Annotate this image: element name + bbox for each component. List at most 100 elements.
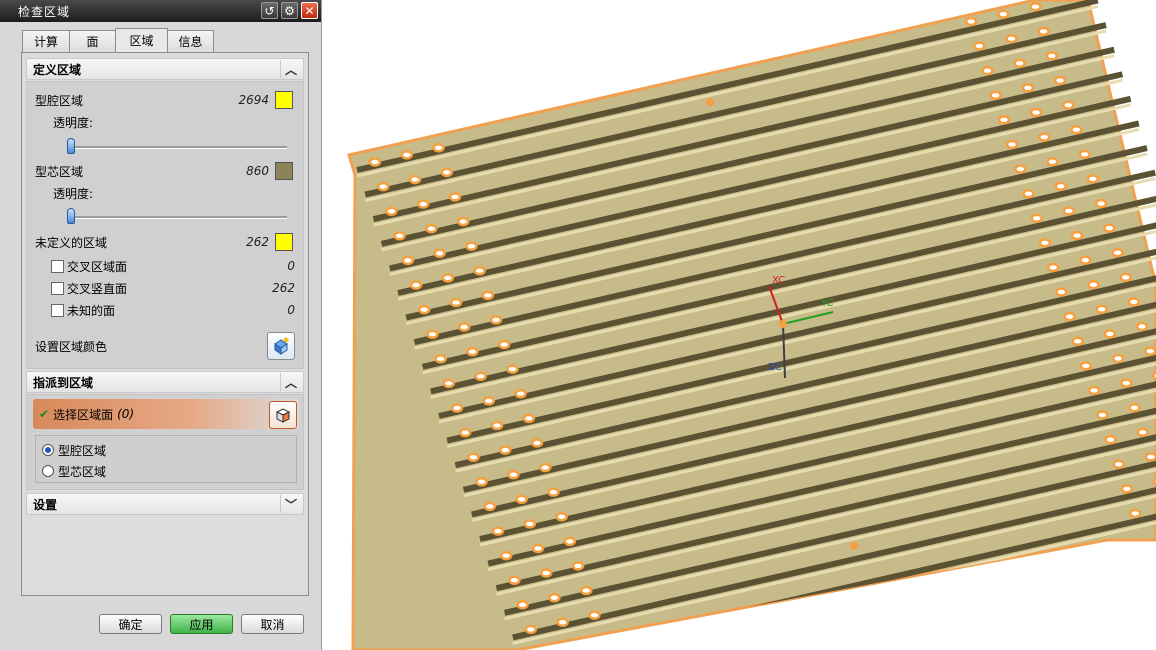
ejector-hole xyxy=(973,41,986,51)
ejector-hole xyxy=(409,280,423,290)
cavity-transparency-slider[interactable] xyxy=(67,138,287,154)
close-icon[interactable]: ✕ xyxy=(301,2,318,19)
radio-core-row[interactable]: 型芯区域 xyxy=(42,461,288,481)
ejector-hole xyxy=(441,273,455,283)
ejector-hole xyxy=(442,378,456,389)
ejector-hole xyxy=(522,413,536,424)
tab-regions[interactable]: 区域 xyxy=(115,28,168,52)
ejector-hole xyxy=(473,265,486,276)
ejector-hole xyxy=(547,487,560,497)
cross-region-faces-checkbox[interactable] xyxy=(51,259,64,273)
undefined-region-label: 未定义的区域 xyxy=(35,235,108,250)
ejector-hole xyxy=(1021,83,1035,93)
set-region-color-label: 设置区域颜色 xyxy=(35,339,108,354)
tab-bar: 计算 面 区域 信息 xyxy=(22,28,214,52)
collapse-icon[interactable]: ︿ xyxy=(280,60,301,78)
ejector-hole xyxy=(434,354,447,364)
ejector-hole xyxy=(1062,206,1076,216)
cross-vertical-faces-label: 交叉竖直面 xyxy=(67,281,128,296)
cross-region-faces-row[interactable]: 交叉区域面 0 xyxy=(51,256,295,276)
ejector-hole xyxy=(1111,247,1124,258)
face-select-button[interactable] xyxy=(269,401,297,429)
ejector-hole xyxy=(1071,336,1084,347)
ejector-hole xyxy=(393,231,406,241)
expand-icon[interactable]: ﹀ xyxy=(280,495,301,513)
cancel-button[interactable]: 取消 xyxy=(241,614,304,634)
slider-track xyxy=(67,216,287,219)
tab-calculate[interactable]: 计算 xyxy=(22,30,70,52)
ejector-hole xyxy=(1070,230,1084,241)
unknown-faces-row[interactable]: 未知的面 0 xyxy=(51,300,295,320)
settings-title: 设置 xyxy=(33,497,58,512)
cavity-region-count: 2694 xyxy=(238,93,269,107)
ejector-hole xyxy=(475,477,488,487)
slider-thumb[interactable] xyxy=(67,138,75,154)
collapse-icon[interactable]: ︿ xyxy=(280,373,301,391)
radio-cavity-row[interactable]: 型腔区域 xyxy=(42,440,288,460)
ejector-hole xyxy=(1087,279,1100,290)
unknown-faces-checkbox[interactable] xyxy=(51,303,64,317)
ejector-hole xyxy=(563,536,577,547)
ejector-hole xyxy=(516,600,529,610)
cross-vertical-faces-checkbox[interactable] xyxy=(51,281,64,295)
define-regions-header[interactable]: 定义区域 ︿ xyxy=(26,58,304,80)
ejector-hole xyxy=(1005,139,1019,150)
assign-region-header[interactable]: 指派到区域 ︿ xyxy=(26,371,304,393)
ejector-hole xyxy=(1094,198,1108,209)
graphics-viewport[interactable]: XC YC ZC xyxy=(323,0,1156,650)
tab-faces[interactable]: 面 xyxy=(69,30,116,52)
ejector-hole xyxy=(1079,361,1093,371)
ejector-hole xyxy=(499,550,513,561)
radio-cavity[interactable] xyxy=(42,444,54,456)
radio-core[interactable] xyxy=(42,465,54,477)
ejector-hole xyxy=(515,494,528,505)
undefined-color-swatch[interactable] xyxy=(275,233,293,251)
transparency-label-1: 透明度: xyxy=(53,115,94,130)
slider-track xyxy=(67,146,287,149)
ejector-hole xyxy=(1087,385,1101,396)
select-region-faces-bar[interactable]: ✔ 选择区域面 (0) xyxy=(33,399,299,429)
ejector-hole xyxy=(1079,255,1092,265)
ejector-hole xyxy=(556,617,569,628)
undefined-region-row: 未定义的区域 262 xyxy=(35,232,295,252)
mold-plate-model[interactable]: XC YC ZC xyxy=(323,0,1156,650)
reset-icon[interactable]: ↺ xyxy=(261,2,278,19)
origin-point xyxy=(779,320,787,328)
ejector-hole xyxy=(466,346,479,357)
cavity-color-swatch[interactable] xyxy=(275,91,293,109)
gear-icon[interactable]: ⚙ xyxy=(281,2,298,19)
ejector-hole xyxy=(426,329,439,339)
ejector-hole xyxy=(385,206,398,216)
tab-info[interactable]: 信息 xyxy=(167,30,214,52)
ejector-hole xyxy=(490,420,504,431)
ejector-hole xyxy=(1135,321,1149,332)
core-region-row: 型芯区域 860 xyxy=(35,161,295,181)
define-regions-section: 型腔区域 2694 透明度: 型芯区域 860 透明度: 未定义的区域 262 … xyxy=(26,81,304,369)
ejector-hole xyxy=(474,371,487,382)
ejector-hole xyxy=(1030,213,1043,224)
cross-vertical-faces-row[interactable]: 交叉竖直面 262 xyxy=(51,278,295,298)
ejector-hole xyxy=(458,427,472,438)
ejector-hole xyxy=(539,568,553,578)
marker-point xyxy=(850,542,858,550)
ejector-hole xyxy=(997,9,1010,19)
core-transparency-slider[interactable] xyxy=(67,208,287,224)
ejector-hole xyxy=(579,585,593,596)
core-color-swatch[interactable] xyxy=(275,162,293,180)
ejector-hole xyxy=(538,462,552,473)
ejector-hole xyxy=(401,255,415,266)
ejector-hole xyxy=(981,65,994,76)
slider-thumb[interactable] xyxy=(67,208,75,224)
marker-point xyxy=(706,98,714,106)
ejector-hole xyxy=(1078,149,1091,160)
set-region-color-button[interactable] xyxy=(267,332,295,360)
unknown-faces-count: 0 xyxy=(287,303,295,317)
settings-header[interactable]: 设置 ﹀ xyxy=(26,493,304,515)
ejector-hole xyxy=(482,396,496,406)
ejector-hole xyxy=(457,322,471,332)
ejector-hole xyxy=(1046,262,1060,273)
apply-button[interactable]: 应用 xyxy=(170,614,233,634)
ok-button[interactable]: 确定 xyxy=(99,614,162,634)
ejector-hole xyxy=(1119,272,1132,283)
ejector-hole xyxy=(481,290,495,301)
